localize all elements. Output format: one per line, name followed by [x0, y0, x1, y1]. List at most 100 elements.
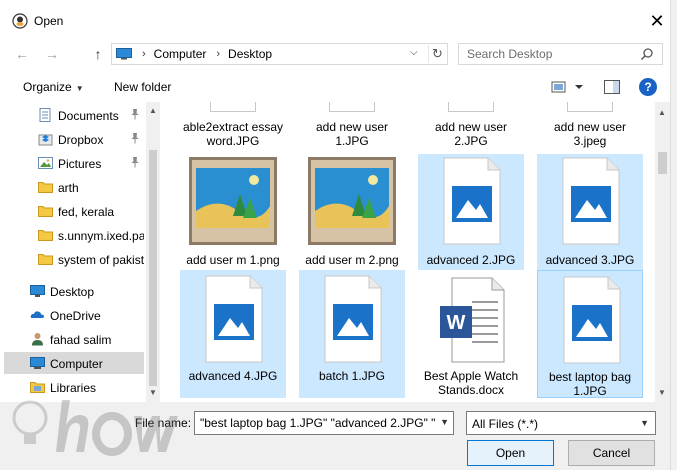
- file-list-scroll-thumb[interactable]: [658, 152, 667, 174]
- up-icon[interactable]: ↑: [88, 45, 108, 63]
- scroll-down-icon[interactable]: ▼: [658, 388, 666, 397]
- file-type-select[interactable]: All Files (*.*) ▼: [466, 411, 656, 435]
- breadcrumb-separator: ›: [142, 48, 146, 60]
- sidebar-item-sunnym[interactable]: s.unnym.ixed.pa: [4, 224, 144, 246]
- close-icon[interactable]: ✕: [645, 9, 669, 33]
- file-name: advanced 4.JPG: [188, 369, 278, 383]
- window-title: Open: [34, 14, 64, 28]
- sidebar-item-system-of-pakist[interactable]: system of pakist: [4, 248, 144, 270]
- file-name: advanced 2.JPG: [426, 253, 516, 267]
- folder-icon: [38, 254, 53, 265]
- file-name: add user m 2.png: [305, 253, 399, 267]
- file-type-value: All Files (*.*): [472, 417, 539, 431]
- organize-button[interactable]: Organize ▼: [23, 80, 84, 94]
- search-icon: [640, 48, 653, 61]
- file-name-label: File name:: [135, 416, 192, 430]
- file-item[interactable]: advanced 2.JPG: [418, 154, 524, 270]
- sidebar-item-libraries[interactable]: Libraries: [4, 376, 144, 398]
- open-button[interactable]: Open: [467, 440, 554, 466]
- breadcrumb-desktop[interactable]: Desktop: [228, 47, 272, 61]
- file-item[interactable]: add user m 2.png: [299, 154, 405, 270]
- file-name-combo[interactable]: ▼: [194, 411, 454, 435]
- chevron-down-icon: ▼: [75, 84, 84, 93]
- sidebar-item-fed-kerala[interactable]: fed, kerala: [4, 200, 144, 222]
- sidebar-item-label: Libraries: [50, 381, 97, 395]
- sidebar-item-documents[interactable]: Documents: [4, 104, 144, 126]
- sidebar-scroll-thumb[interactable]: [149, 150, 157, 386]
- scroll-up-icon[interactable]: ▲: [658, 108, 666, 117]
- search-box[interactable]: [458, 43, 663, 65]
- onedrive-icon: [30, 311, 44, 318]
- file-name: add user m 1.png: [186, 253, 280, 267]
- file-item[interactable]: W Best Apple Watch Stands.docx: [418, 270, 524, 398]
- title-bar: Open ✕: [0, 0, 677, 40]
- refresh-icon[interactable]: ↻: [428, 45, 446, 63]
- image-file-icon: [443, 157, 501, 245]
- sidebar-item-computer[interactable]: Computer: [4, 352, 144, 374]
- help-icon[interactable]: ?: [639, 78, 657, 96]
- dropbox-icon: [38, 134, 53, 146]
- computer-icon: [30, 357, 45, 369]
- chevron-down-icon[interactable]: ▼: [440, 417, 449, 427]
- file-item[interactable]: best laptop bag 1.JPG: [537, 270, 643, 398]
- file-item[interactable]: able2extract essay word.JPG: [180, 102, 286, 152]
- file-item[interactable]: advanced 4.JPG: [180, 270, 286, 398]
- file-name: add new user 1.JPG: [315, 120, 389, 148]
- file-list-scrollbar[interactable]: ▲ ▼: [655, 102, 670, 402]
- sidebar-item-label: s.unnym.ixed.pa: [58, 229, 144, 243]
- sidebar-item-label: fahad salim: [50, 333, 112, 347]
- scroll-up-icon[interactable]: ▲: [149, 106, 157, 115]
- sidebar-item-label: OneDrive: [50, 309, 101, 323]
- cancel-button[interactable]: Cancel: [568, 440, 655, 466]
- file-item[interactable]: add user m 1.png: [180, 154, 286, 270]
- file-list: able2extract essay word.JPG add new user…: [160, 102, 655, 402]
- sidebar-scrollbar[interactable]: ▲ ▼: [146, 102, 160, 402]
- file-name-input[interactable]: [195, 412, 435, 434]
- app-icon: [12, 13, 28, 29]
- folder-icon: [38, 182, 53, 193]
- file-name: advanced 3.JPG: [545, 253, 635, 267]
- sidebar-item-onedrive[interactable]: OneDrive: [4, 304, 144, 326]
- file-item[interactable]: advanced 3.JPG: [537, 154, 643, 270]
- file-item[interactable]: batch 1.JPG: [299, 270, 405, 398]
- navigation-pane: Documents Dropbox Pictures arth fed, ker…: [0, 102, 160, 402]
- address-dropdown-icon[interactable]: ⌵: [410, 47, 418, 58]
- folder-icon: [38, 206, 53, 217]
- back-icon[interactable]: ←: [12, 45, 32, 63]
- window-edge: [670, 0, 677, 470]
- sidebar-item-arth[interactable]: arth: [4, 176, 144, 198]
- image-file-icon: [563, 276, 621, 364]
- change-view-icon[interactable]: [551, 80, 585, 94]
- sidebar-item-fahad-salim[interactable]: fahad salim: [4, 328, 144, 350]
- file-item[interactable]: add new user 3.jpeg: [537, 102, 643, 152]
- new-folder-button[interactable]: New folder: [114, 80, 171, 94]
- sidebar-item-pictures[interactable]: Pictures: [4, 152, 144, 174]
- preview-pane-icon[interactable]: [604, 80, 620, 94]
- navigation-bar: ← → ↑ › Computer › Desktop ⌵ ↻: [0, 40, 670, 68]
- organize-label: Organize: [23, 80, 72, 94]
- file-thumbnail: [567, 102, 613, 112]
- file-name: add new user 2.JPG: [434, 120, 508, 148]
- search-input[interactable]: [467, 44, 637, 64]
- breadcrumb-computer[interactable]: Computer: [154, 47, 207, 61]
- sidebar-item-label: fed, kerala: [58, 205, 115, 219]
- scroll-down-icon[interactable]: ▼: [149, 388, 157, 397]
- sidebar-item-dropbox[interactable]: Dropbox: [4, 128, 144, 150]
- dialog-footer: File name: ▼ All Files (*.*) ▼ Open Canc…: [0, 402, 670, 470]
- file-thumbnail: [210, 102, 256, 112]
- forward-icon[interactable]: →: [42, 45, 62, 63]
- address-bar[interactable]: › Computer › Desktop ⌵ ↻: [111, 43, 448, 65]
- file-name: Best Apple Watch Stands.docx: [423, 369, 519, 397]
- file-item[interactable]: add new user 2.JPG: [418, 102, 524, 152]
- command-toolbar: Organize ▼ New folder ?: [0, 72, 670, 102]
- folder-icon: [38, 230, 53, 241]
- libraries-icon: [30, 382, 45, 393]
- user-icon: [32, 333, 43, 346]
- file-item[interactable]: add new user 1.JPG: [299, 102, 405, 152]
- word-document-icon: W: [440, 277, 505, 363]
- file-thumbnail: [448, 102, 494, 112]
- file-thumbnail: [329, 102, 375, 112]
- sidebar-item-desktop[interactable]: Desktop: [4, 280, 144, 302]
- svg-text:W: W: [447, 312, 466, 334]
- sidebar-item-label: Computer: [50, 357, 103, 371]
